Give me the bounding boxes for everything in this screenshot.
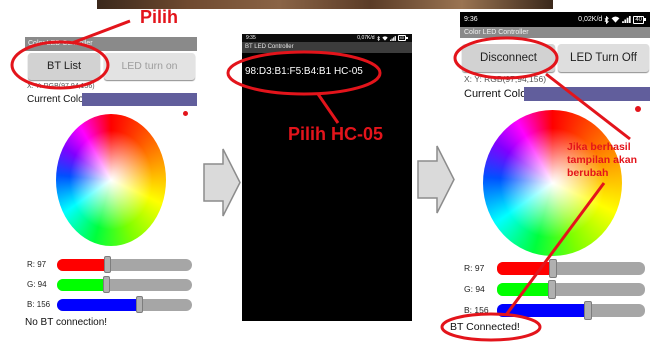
battery-icon: 40 — [397, 35, 409, 41]
slider-label-blue: B: 156 — [464, 305, 489, 315]
current-color-swatch — [82, 93, 197, 106]
bluetooth-icon — [376, 35, 380, 41]
slider-thumb-green[interactable] — [547, 280, 556, 299]
slider-label-blue: B: 156 — [27, 300, 51, 309]
app-title-bar: Color LED Controller — [460, 27, 650, 38]
bt-list-button[interactable]: BT List — [28, 53, 100, 80]
battery-level: 40 — [635, 16, 642, 23]
slider-thumb-green[interactable] — [102, 276, 110, 293]
slider-track-blue[interactable] — [57, 296, 192, 313]
slider-track-blue[interactable] — [497, 301, 645, 320]
slider-fill-green — [497, 283, 552, 296]
connection-status: BT Connected! — [450, 321, 520, 333]
battery-icon: 40 — [633, 15, 646, 24]
touch-marker — [635, 106, 641, 112]
slider-thumb-red[interactable] — [549, 259, 558, 278]
annotation-step2-label: Pilih HC-05 — [288, 124, 384, 144]
slider-fill-red — [497, 262, 554, 275]
current-color-label: Current Color: — [464, 88, 534, 100]
slider-fill-blue — [57, 299, 140, 311]
slider-thumb-blue[interactable] — [135, 296, 143, 313]
status-speed: 0,07K/d — [357, 35, 375, 41]
wifi-icon — [611, 16, 620, 23]
battery-level: 40 — [399, 35, 404, 40]
slider-track-green[interactable] — [497, 280, 645, 299]
status-time: 9:36 — [464, 16, 478, 23]
slider-green: G: 94 — [25, 276, 197, 293]
signal-icon — [389, 35, 396, 41]
slider-label-green: G: 94 — [464, 284, 485, 294]
slider-label-red: R: 97 — [27, 260, 47, 269]
app-title-bar: Color LED Controller — [25, 37, 197, 51]
status-time: 9:35 — [246, 35, 256, 41]
led-toggle-button[interactable]: LED turn on — [104, 53, 195, 80]
coords-readout: X: Y: RGB(97,94,156) — [27, 83, 95, 90]
bluetooth-icon — [604, 15, 610, 24]
current-color-swatch — [524, 87, 650, 101]
slider-red: R: 97 — [460, 259, 650, 278]
status-speed: 0,02K/d — [578, 16, 603, 23]
status-right-group: 0,02K/d 40 — [578, 12, 646, 27]
slider-fill-blue — [497, 304, 588, 317]
arrow-right-icon — [417, 145, 455, 214]
connection-status: No BT connection! — [25, 317, 108, 328]
coords-readout: X: Y: RGB(97,94,156) — [464, 74, 547, 84]
slider-track-red[interactable] — [497, 259, 645, 278]
touch-marker — [183, 111, 188, 116]
annotation-step1-label: Pilih — [140, 7, 179, 27]
slider-fill-red — [57, 259, 109, 271]
wifi-icon — [381, 35, 388, 41]
app-title-bar: BT LED Controller — [242, 42, 412, 53]
arrow-right-icon — [203, 148, 241, 217]
current-color-label: Current Color: — [27, 94, 90, 105]
slider-thumb-blue[interactable] — [583, 301, 592, 320]
slider-label-red: R: 97 — [464, 263, 485, 273]
tutorial-canvas: Color LED Controller BT List LED turn on… — [0, 0, 654, 342]
screen-before-connect: Color LED Controller BT List LED turn on… — [25, 37, 197, 332]
slider-red: R: 97 — [25, 256, 197, 273]
slider-fill-green — [57, 279, 107, 291]
color-wheel[interactable] — [56, 114, 166, 246]
slider-label-green: G: 94 — [27, 280, 47, 289]
slider-thumb-red[interactable] — [104, 256, 112, 273]
led-toggle-button[interactable]: LED Turn Off — [558, 44, 649, 72]
status-bar: 9:36 0,02K/d 40 — [460, 12, 650, 27]
annotation-step3-line: berubah — [567, 167, 609, 179]
slider-green: G: 94 — [460, 280, 650, 299]
signal-icon — [622, 16, 632, 23]
slider-track-green[interactable] — [57, 276, 192, 293]
slider-blue: B: 156 — [460, 301, 650, 320]
status-bar: 9:35 0,07K/d 40 — [242, 34, 412, 42]
device-list-item[interactable]: 98:D3:B1:F5:B4:B1 HC-05 — [245, 66, 363, 77]
screen-device-list: 9:35 0,07K/d 40 BT LED Controller 98:D3:… — [242, 34, 412, 321]
annotation-step3-line: Jika berhasil — [567, 141, 631, 153]
annotation-step3-note: Jika berhasil tampilan akan berubah — [567, 141, 637, 180]
slider-track-red[interactable] — [57, 256, 192, 273]
disconnect-button[interactable]: Disconnect — [462, 44, 555, 72]
slider-blue: B: 156 — [25, 296, 197, 313]
annotation-step3-line: tampilan akan — [567, 154, 638, 166]
color-wheel[interactable] — [483, 110, 622, 256]
status-right-group: 0,07K/d 40 — [357, 34, 409, 42]
